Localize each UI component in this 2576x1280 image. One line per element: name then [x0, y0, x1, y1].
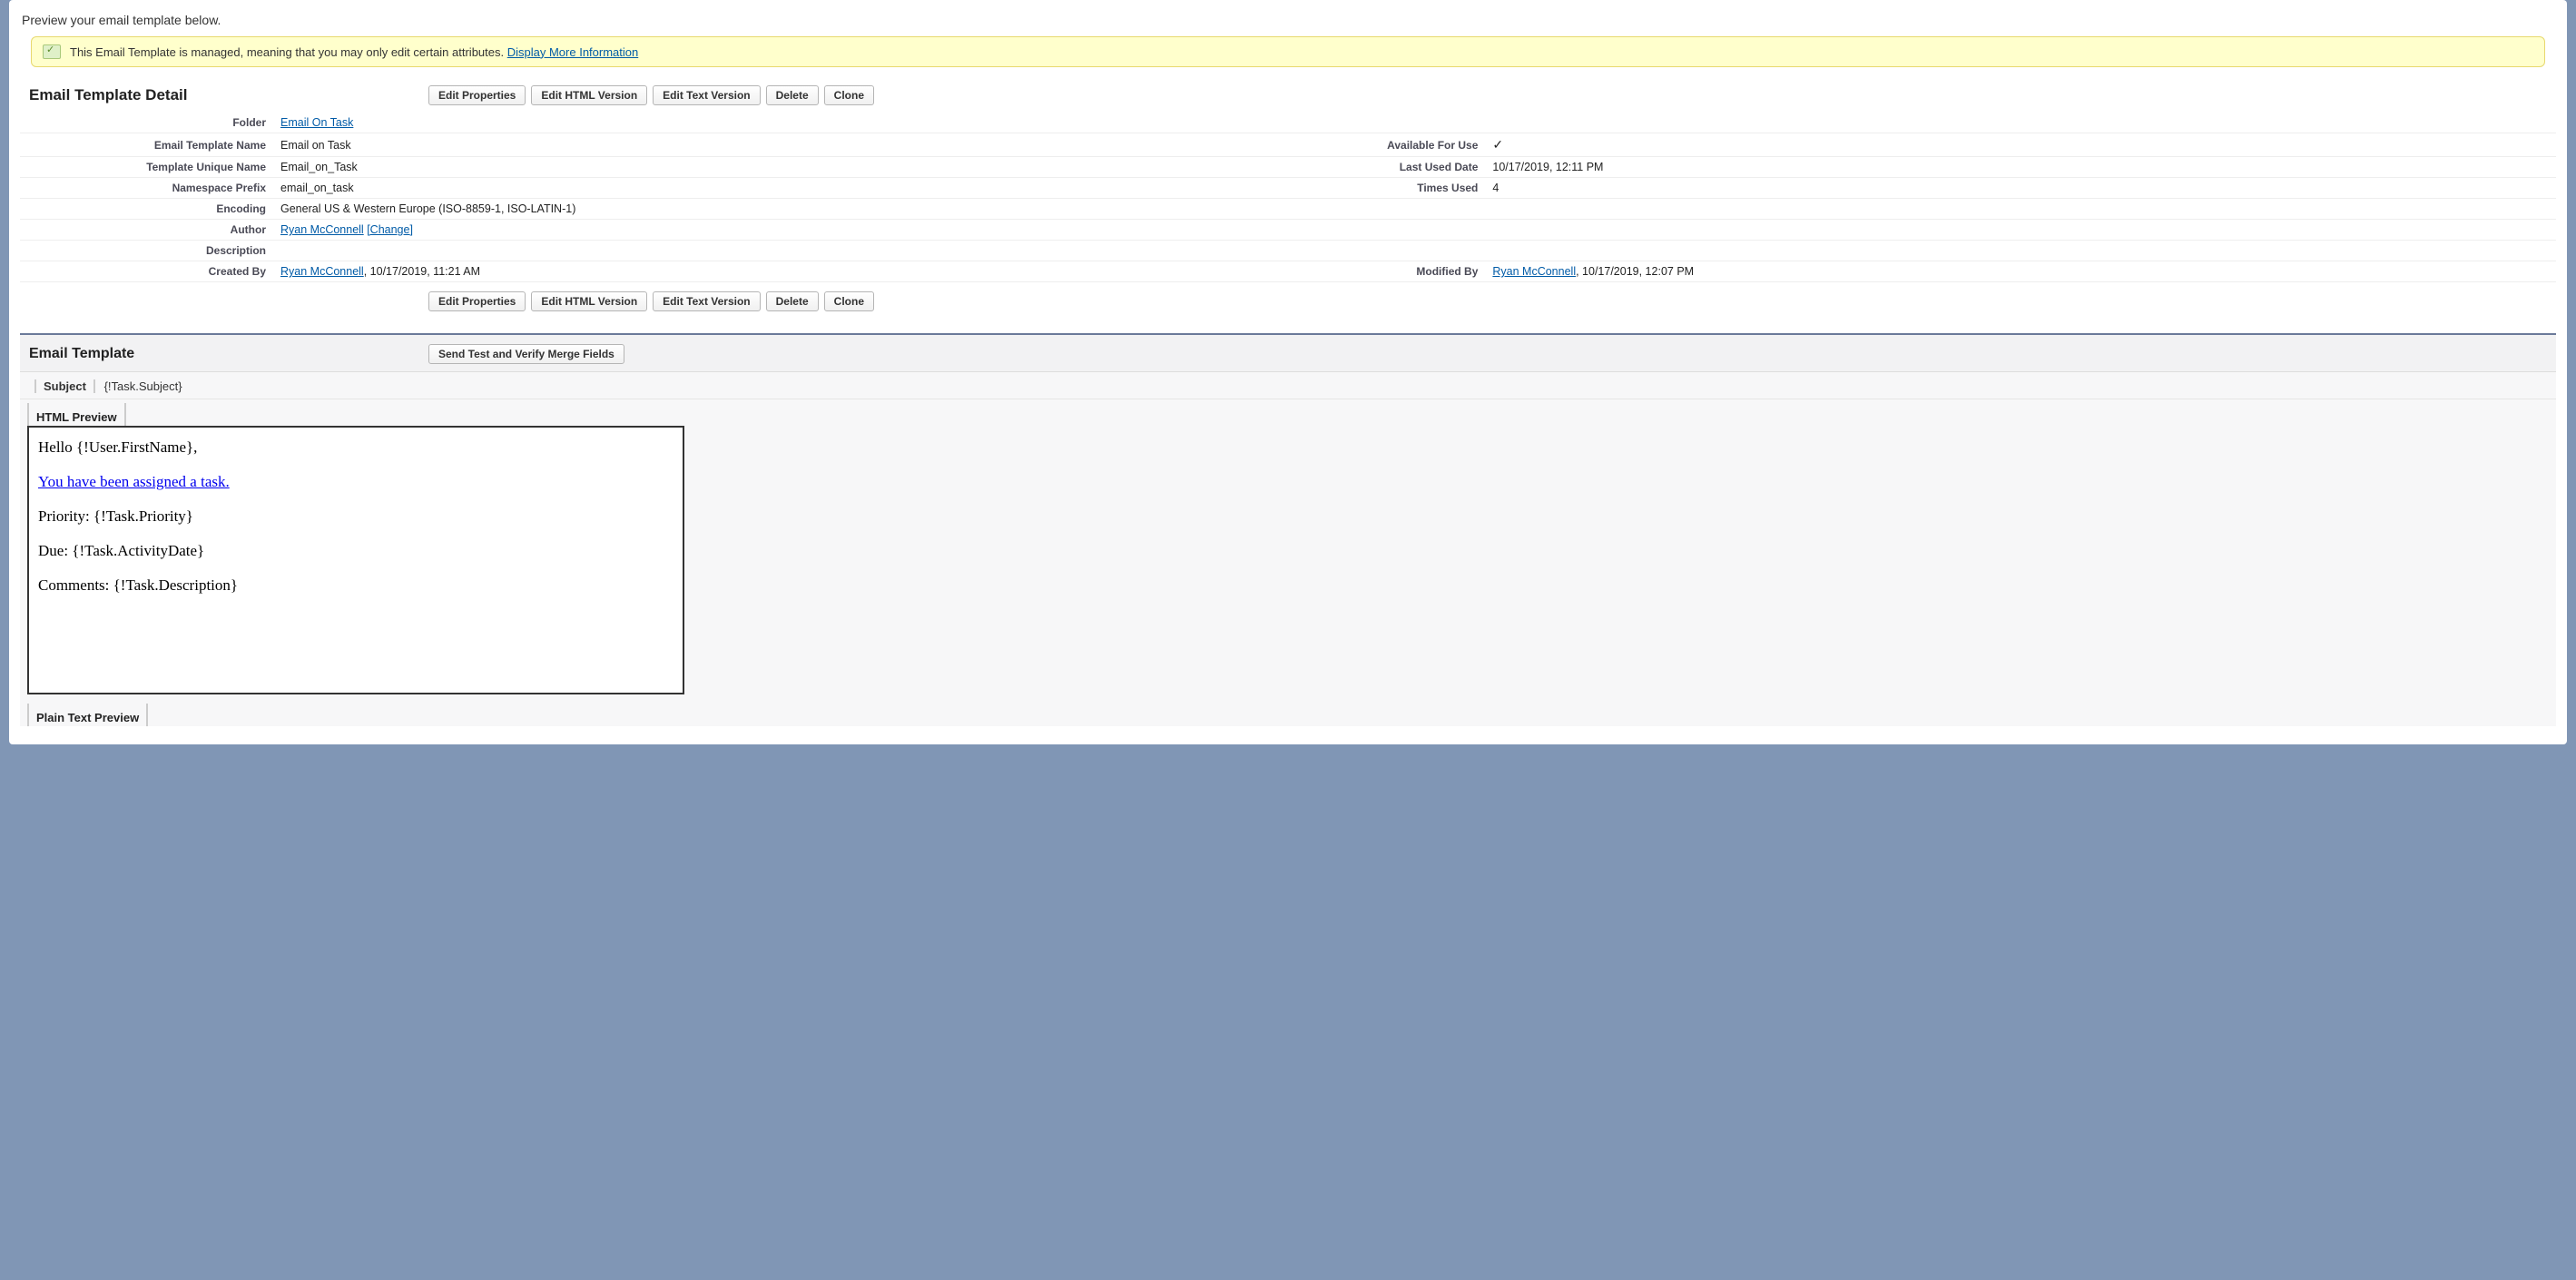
modified-by-link[interactable]: Ryan McConnell	[1492, 265, 1576, 278]
author-label: Author	[20, 220, 275, 241]
encoding-label: Encoding	[20, 199, 275, 220]
detail-table: Folder Email On Task Email Template Name…	[20, 113, 2556, 282]
folder-link[interactable]: Email On Task	[280, 116, 353, 129]
created-by-link[interactable]: Ryan McConnell	[280, 265, 364, 278]
subject-value: {!Task.Subject}	[104, 379, 182, 393]
plain-text-preview-label: Plain Text Preview	[27, 704, 148, 726]
html-preview-box: Hello {!User.FirstName}, You have been a…	[27, 426, 684, 694]
last-used-label: Last Used Date	[1336, 157, 1487, 178]
preview-greeting: Hello {!User.FirstName},	[38, 438, 673, 457]
available-checkmark-icon: ✓	[1492, 137, 1503, 152]
clone-button[interactable]: Clone	[824, 85, 874, 105]
encoding-value: General US & Western Europe (ISO-8859-1,…	[275, 199, 2556, 220]
email-template-section-title: Email Template	[29, 346, 428, 362]
preview-due: Due: {!Task.ActivityDate}	[38, 542, 673, 560]
template-name-value: Email on Task	[275, 133, 1336, 157]
banner-text: This Email Template is managed, meaning …	[70, 45, 507, 59]
edit-text-version-button-bottom[interactable]: Edit Text Version	[653, 291, 760, 311]
unique-name-label: Template Unique Name	[20, 157, 275, 178]
edit-html-version-button[interactable]: Edit HTML Version	[531, 85, 647, 105]
modified-by-date: , 10/17/2019, 12:07 PM	[1576, 265, 1694, 278]
preview-priority: Priority: {!Task.Priority}	[38, 507, 673, 526]
managed-info-banner: This Email Template is managed, meaning …	[31, 36, 2545, 67]
preview-task-link[interactable]: You have been assigned a task.	[38, 473, 230, 490]
modified-by-label: Modified By	[1336, 261, 1487, 282]
intro-text: Preview your email template below.	[20, 9, 2556, 36]
last-used-value: 10/17/2019, 12:11 PM	[1487, 157, 2556, 178]
description-label: Description	[20, 241, 275, 261]
edit-html-version-button-bottom[interactable]: Edit HTML Version	[531, 291, 647, 311]
description-value	[275, 241, 2556, 261]
created-by-label: Created By	[20, 261, 275, 282]
times-used-label: Times Used	[1336, 178, 1487, 199]
send-test-button[interactable]: Send Test and Verify Merge Fields	[428, 344, 624, 364]
preview-comments: Comments: {!Task.Description}	[38, 576, 673, 595]
delete-button-bottom[interactable]: Delete	[766, 291, 819, 311]
edit-properties-button-bottom[interactable]: Edit Properties	[428, 291, 526, 311]
available-for-use-label: Available For Use	[1336, 133, 1487, 157]
delete-button[interactable]: Delete	[766, 85, 819, 105]
created-by-date: , 10/17/2019, 11:21 AM	[364, 265, 480, 278]
namespace-label: Namespace Prefix	[20, 178, 275, 199]
author-change-link[interactable]: [Change]	[367, 223, 413, 236]
display-more-info-link[interactable]: Display More Information	[507, 45, 639, 59]
namespace-value: email_on_task	[275, 178, 1336, 199]
html-preview-label: HTML Preview	[27, 403, 126, 426]
edit-text-version-button[interactable]: Edit Text Version	[653, 85, 760, 105]
author-link[interactable]: Ryan McConnell	[280, 223, 364, 236]
times-used-value: 4	[1487, 178, 2556, 199]
unique-name-value: Email_on_Task	[275, 157, 1336, 178]
managed-package-icon	[43, 44, 61, 59]
subject-label: Subject	[34, 379, 95, 393]
detail-section-title: Email Template Detail	[22, 86, 428, 104]
edit-properties-button[interactable]: Edit Properties	[428, 85, 526, 105]
folder-label: Folder	[20, 113, 275, 133]
clone-button-bottom[interactable]: Clone	[824, 291, 874, 311]
template-name-label: Email Template Name	[20, 133, 275, 157]
